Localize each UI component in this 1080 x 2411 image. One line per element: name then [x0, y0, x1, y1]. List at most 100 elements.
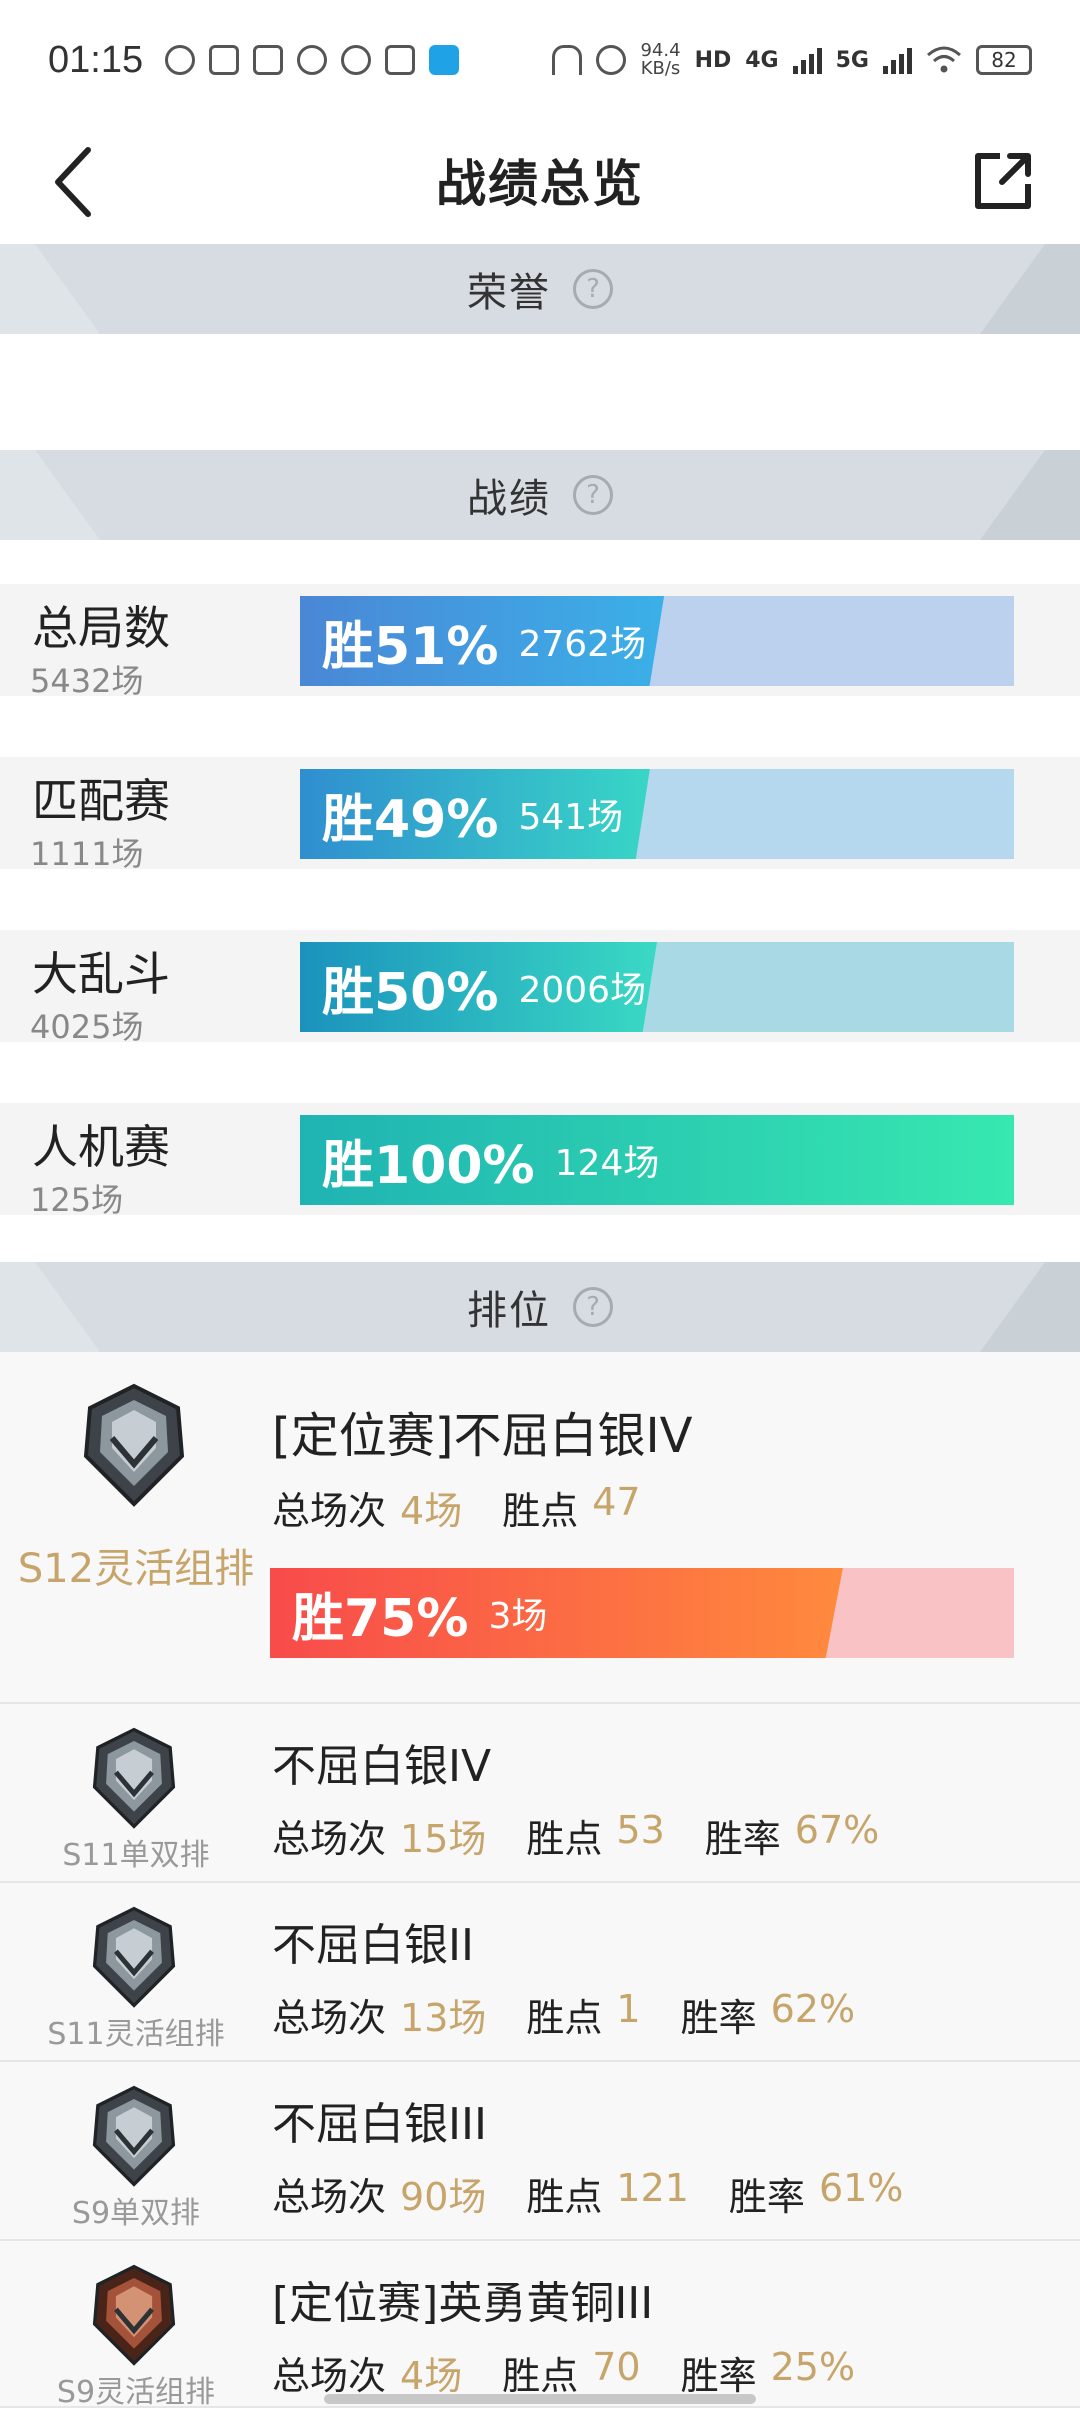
- notification-icons: [165, 45, 460, 75]
- rank-stats: 总场次 4场 胜点 70 胜率 25%: [272, 2345, 895, 2400]
- compass-icon: [297, 45, 328, 75]
- win-rate-bar: 胜50% 2006场: [300, 942, 1014, 1032]
- points-value: 121: [616, 2166, 689, 2210]
- games-label: 总场次: [272, 1489, 387, 1533]
- rate-label: 胜率: [680, 1996, 757, 2040]
- rank-stats: 总场次 4场 胜点 47: [272, 1480, 681, 1535]
- battery-level: 82: [991, 48, 1017, 72]
- win-percent: 胜75%: [292, 1588, 469, 1649]
- win-percent: 胜49%: [322, 789, 499, 850]
- home-indicator[interactable]: [324, 2394, 756, 2404]
- win-rate-bar-text: 胜51% 2762场: [322, 596, 646, 686]
- stat-total-games: 1111场: [30, 835, 144, 873]
- share-icon[interactable]: [970, 148, 1036, 214]
- sim2-label: 5G: [835, 47, 869, 73]
- games-value: 4场: [400, 2354, 463, 2398]
- video-icon: [385, 45, 416, 75]
- page-title: 战绩总览: [436, 155, 644, 213]
- silver-rank-emblem-icon: [92, 2085, 176, 2187]
- ranked-featured[interactable]: S12灵活组排 [定位赛]不屈白银IV 总场次 4场 胜点 47 胜75% 3场: [0, 1352, 1080, 1704]
- games-value: 90场: [400, 2175, 487, 2219]
- alarm-icon: [596, 45, 627, 75]
- status-bar: 01:15 94.4 KB/s HD 4G 5G 82: [0, 0, 1080, 120]
- rank-title: 不屈白银IV: [272, 1741, 492, 1792]
- nav-bar: 战绩总览: [0, 120, 1080, 240]
- rank-season-label: S11单双排: [62, 1838, 210, 1873]
- silver-rank-emblem-icon: [83, 1383, 185, 1507]
- silver-rank-emblem-icon: [92, 1906, 176, 2008]
- back-arrow-icon[interactable]: [48, 142, 128, 222]
- status-time: 01:15: [48, 38, 144, 81]
- help-icon[interactable]: ?: [573, 475, 613, 515]
- ranked-win-bar-text: 胜75% 3场: [292, 1568, 547, 1658]
- rank-stats: 总场次 90场 胜点 121 胜率 61%: [272, 2166, 943, 2221]
- stat-row[interactable]: 大乱斗 4025场 胜50% 2006场: [0, 930, 1080, 1046]
- games-value: 4场: [400, 1489, 463, 1533]
- points-label: 胜点: [502, 2354, 579, 2398]
- stat-row[interactable]: 总局数 5432场 胜51% 2762场: [0, 584, 1080, 700]
- help-icon[interactable]: ?: [573, 269, 613, 309]
- games-value: 13场: [400, 1996, 487, 2040]
- net-speed: 94.4 KB/s: [640, 42, 680, 78]
- points-value: 1: [616, 1987, 641, 2031]
- stat-total-games: 125场: [30, 1181, 124, 1219]
- battery-icon: 82: [976, 45, 1032, 75]
- rate-value: 61%: [818, 2166, 904, 2210]
- rate-label: 胜率: [704, 1817, 781, 1861]
- rank-stats: 总场次 15场 胜点 53 胜率 67%: [272, 1808, 919, 1863]
- win-rate-bar-text: 胜50% 2006场: [322, 942, 646, 1032]
- rank-title: [定位赛]英勇黄铜III: [272, 2278, 654, 2329]
- rate-label: 胜率: [680, 2354, 757, 2398]
- ranked-row[interactable]: S9单双排 不屈白银III 总场次 90场 胜点 121 胜率 61%: [0, 2062, 1080, 2241]
- win-rate-bar: 胜100% 124场: [300, 1115, 1014, 1205]
- stat-mode-name: 总局数: [32, 601, 170, 655]
- rank-season-label: S11灵活组排: [47, 2017, 225, 2052]
- wifi-icon: [927, 46, 961, 73]
- points-label: 胜点: [526, 2175, 603, 2219]
- section-record-header: 战绩 ?: [0, 450, 1080, 540]
- signal-icon: [792, 46, 822, 74]
- section-honor-title: 荣誉: [467, 270, 551, 316]
- stat-row[interactable]: 人机赛 125场 胜100% 124场: [0, 1103, 1080, 1219]
- games-label: 总场次: [272, 2175, 387, 2219]
- rate-value: 67%: [794, 1808, 880, 1852]
- silver-rank-emblem-icon: [92, 1727, 176, 1829]
- games-label: 总场次: [272, 1996, 387, 2040]
- rank-stats: 总场次 13场 胜点 1 胜率 62%: [272, 1987, 895, 2042]
- points-label: 胜点: [502, 1489, 579, 1533]
- win-rate-bar: 胜51% 2762场: [300, 596, 1014, 686]
- rate-value: 25%: [770, 2345, 856, 2389]
- section-record-title: 战绩: [467, 476, 551, 522]
- rate-label: 胜率: [728, 2175, 805, 2219]
- win-percent: 胜51%: [322, 616, 499, 677]
- ranked-row[interactable]: S11单双排 不屈白银IV 总场次 15场 胜点 53 胜率 67%: [0, 1704, 1080, 1883]
- section-ranked-title: 排位: [467, 1288, 551, 1334]
- sim1-label: 4G: [745, 47, 779, 73]
- ranked-row[interactable]: S9灵活组排 [定位赛]英勇黄铜III 总场次 4场 胜点 70 胜率 25%: [0, 2241, 1080, 2410]
- stat-mode-name: 人机赛: [32, 1120, 170, 1174]
- win-count: 2762场: [518, 624, 647, 665]
- mail-icon: [209, 45, 240, 75]
- games-label: 总场次: [272, 1817, 387, 1861]
- stat-total-games: 4025场: [30, 1008, 144, 1046]
- system-icons: 94.4 KB/s HD 4G 5G 82: [552, 42, 1032, 78]
- rank-season-label: S9单双排: [71, 2196, 201, 2231]
- rank-title: 不屈白银II: [272, 1920, 474, 1971]
- ranked-row[interactable]: S11灵活组排 不屈白银II 总场次 13场 胜点 1 胜率 62%: [0, 1883, 1080, 2062]
- win-count: 124场: [554, 1143, 660, 1184]
- win-count: 2006场: [518, 970, 647, 1011]
- win-rate-bar-text: 胜49% 541场: [322, 769, 623, 859]
- win-rate-bar: 胜49% 541场: [300, 769, 1014, 859]
- win-percent: 胜50%: [322, 962, 499, 1023]
- games-value: 15场: [400, 1817, 487, 1861]
- win-count: 541场: [518, 797, 624, 838]
- stat-row[interactable]: 匹配赛 1111场 胜49% 541场: [0, 757, 1080, 873]
- signal-icon-2: [883, 46, 912, 74]
- section-ranked-header: 排位 ?: [0, 1262, 1080, 1352]
- help-icon[interactable]: ?: [573, 1287, 613, 1327]
- net-speed-unit: KB/s: [640, 58, 681, 79]
- win-rate-bar-text: 胜100% 124场: [322, 1115, 659, 1205]
- points-value: 70: [592, 2345, 641, 2389]
- headphones-icon: [552, 45, 583, 75]
- stat-mode-name: 大乱斗: [32, 947, 170, 1001]
